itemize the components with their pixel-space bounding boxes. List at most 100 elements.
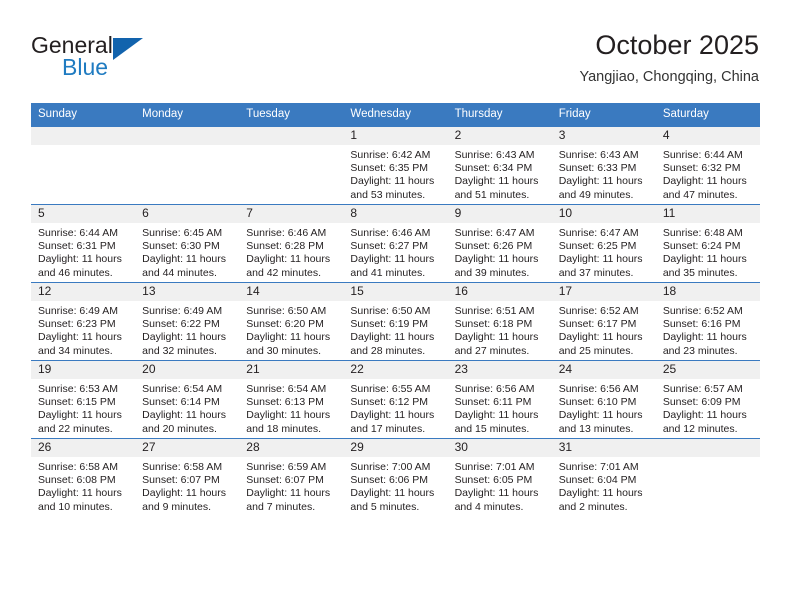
daylight-text-line2: and 35 minutes. [662, 266, 738, 279]
page-title: October 2025 [595, 30, 759, 60]
sunset-text: Sunset: 6:30 PM [142, 240, 220, 253]
weekday-header-thursday: Thursday [447, 103, 552, 127]
calendar-day-cell[interactable]: 30 Sunrise: 7:01 AM Sunset: 6:05 PM Dayligh… [447, 438, 552, 516]
day-details: Sunrise: 6:47 AM Sunset: 6:26 PM Daylight:… [448, 223, 552, 280]
sunset-text: Sunset: 6:15 PM [38, 396, 116, 409]
calendar-day-cell[interactable]: 31 Sunrise: 7:01 AM Sunset: 6:04 PM Dayligh… [551, 438, 656, 516]
calendar-day-cell[interactable]: 10 Sunrise: 6:47 AM Sunset: 6:25 PM Dayligh… [551, 204, 656, 283]
sunset-text: Sunset: 6:23 PM [38, 318, 116, 331]
calendar-day-cell[interactable]: 7 Sunrise: 6:46 AM Sunset: 6:28 PM Daylight… [239, 204, 344, 283]
day-details: Sunrise: 6:46 AM Sunset: 6:28 PM Daylight:… [239, 223, 343, 280]
calendar-day-cell[interactable]: 23 Sunrise: 6:56 AM Sunset: 6:11 PM Dayligh… [447, 360, 552, 439]
calendar-day-cell[interactable]: 13 Sunrise: 6:49 AM Sunset: 6:22 PM Dayligh… [135, 282, 240, 361]
calendar-day-cell[interactable]: 25 Sunrise: 6:57 AM Sunset: 6:09 PM Dayligh… [655, 360, 760, 439]
page-subtitle: Yangjiao, Chongqing, China [579, 69, 759, 85]
calendar-day-cell[interactable]: 4 Sunrise: 6:44 AM Sunset: 6:32 PM Daylight… [655, 126, 760, 205]
daylight-text-line2: and 47 minutes. [662, 188, 738, 201]
daylight-text-line2: and 53 minutes. [350, 188, 426, 201]
sunrise-text: Sunrise: 6:49 AM [38, 305, 118, 317]
daylight-text-line2: and 41 minutes. [350, 266, 426, 279]
calendar-day-cell[interactable]: 12 Sunrise: 6:49 AM Sunset: 6:23 PM Dayligh… [31, 282, 136, 361]
sunrise-text: Sunrise: 6:55 AM [350, 383, 431, 395]
daylight-text-line2: and 28 minutes. [350, 344, 426, 357]
calendar-day-cell[interactable]: 20 Sunrise: 6:54 AM Sunset: 6:14 PM Dayligh… [135, 360, 240, 439]
daylight-text-line1: Daylight: 11 hours [38, 409, 122, 422]
day-number: 8 [343, 205, 448, 223]
sunset-text: Sunset: 6:07 PM [246, 474, 324, 487]
calendar-day-cell[interactable]: 2 Sunrise: 6:43 AM Sunset: 6:34 PM Daylight… [447, 126, 552, 205]
day-number: 10 [551, 205, 656, 223]
day-details: Sunrise: 6:55 AM Sunset: 6:12 PM Daylight:… [343, 379, 447, 436]
day-details: Sunrise: 7:01 AM Sunset: 6:05 PM Daylight:… [448, 457, 552, 514]
daylight-text-line2: and 12 minutes. [662, 422, 738, 435]
sunrise-text: Sunrise: 7:00 AM [350, 461, 431, 473]
day-number: 17 [551, 283, 656, 301]
calendar-day-cell[interactable]: 17 Sunrise: 6:52 AM Sunset: 6:17 PM Dayligh… [551, 282, 656, 361]
day-details: Sunrise: 7:01 AM Sunset: 6:04 PM Daylight:… [552, 457, 656, 514]
daylight-text-line1: Daylight: 11 hours [662, 331, 747, 344]
daylight-text-line2: and 20 minutes. [142, 422, 217, 435]
calendar-day-cell[interactable]: 15 Sunrise: 6:50 AM Sunset: 6:19 PM Dayligh… [343, 282, 448, 361]
day-details: Sunrise: 6:56 AM Sunset: 6:11 PM Daylight:… [448, 379, 552, 436]
calendar-day-cell[interactable]: 8 Sunrise: 6:46 AM Sunset: 6:27 PM Daylight… [343, 204, 448, 283]
weekday-header-monday: Monday [135, 103, 240, 127]
sunset-text: Sunset: 6:07 PM [142, 474, 220, 487]
calendar-day-cell[interactable] [31, 126, 136, 205]
day-details: Sunrise: 6:57 AM Sunset: 6:09 PM Daylight:… [656, 379, 760, 436]
day-details [656, 457, 760, 461]
sunset-text: Sunset: 6:32 PM [662, 162, 741, 175]
calendar-day-cell[interactable]: 18 Sunrise: 6:52 AM Sunset: 6:16 PM Dayligh… [655, 282, 760, 361]
day-number: 25 [655, 361, 760, 379]
calendar-day-cell[interactable]: 27 Sunrise: 6:58 AM Sunset: 6:07 PM Dayligh… [135, 438, 240, 516]
day-number: 13 [135, 283, 240, 301]
day-details [239, 145, 343, 149]
day-number: 4 [655, 127, 760, 145]
sunrise-text: Sunrise: 6:54 AM [246, 383, 327, 395]
sunrise-text: Sunrise: 6:43 AM [558, 149, 639, 161]
calendar-day-cell[interactable]: 16 Sunrise: 6:51 AM Sunset: 6:18 PM Dayligh… [447, 282, 552, 361]
calendar-day-cell[interactable]: 9 Sunrise: 6:47 AM Sunset: 6:26 PM Daylight… [447, 204, 552, 283]
daylight-text-line1: Daylight: 11 hours [662, 253, 747, 266]
sunrise-text: Sunrise: 6:48 AM [662, 227, 743, 239]
calendar-day-cell[interactable]: 1 Sunrise: 6:42 AM Sunset: 6:35 PM Daylight… [343, 126, 448, 205]
day-details: Sunrise: 6:42 AM Sunset: 6:35 PM Daylight:… [343, 145, 447, 202]
calendar-day-cell[interactable]: 5 Sunrise: 6:44 AM Sunset: 6:31 PM Daylight… [31, 204, 136, 283]
day-details: Sunrise: 6:52 AM Sunset: 6:16 PM Daylight:… [656, 301, 760, 358]
sunset-text: Sunset: 6:33 PM [558, 162, 637, 175]
daylight-text-line2: and 13 minutes. [558, 422, 634, 435]
daylight-text-line1: Daylight: 11 hours [142, 487, 226, 500]
calendar-day-cell[interactable]: 22 Sunrise: 6:55 AM Sunset: 6:12 PM Dayligh… [343, 360, 448, 439]
sunset-text: Sunset: 6:18 PM [454, 318, 533, 331]
general-blue-logo[interactable]: General Blue [31, 32, 241, 92]
sunset-text: Sunset: 6:09 PM [662, 396, 741, 409]
weekday-header-friday: Friday [551, 103, 656, 127]
daylight-text-line1: Daylight: 11 hours [454, 487, 539, 500]
day-number: 26 [31, 439, 136, 457]
daylight-text-line2: and 30 minutes. [246, 344, 321, 357]
sunset-text: Sunset: 6:05 PM [454, 474, 533, 487]
calendar-day-cell[interactable]: 29 Sunrise: 7:00 AM Sunset: 6:06 PM Dayligh… [343, 438, 448, 516]
calendar-day-cell[interactable]: 3 Sunrise: 6:43 AM Sunset: 6:33 PM Daylight… [551, 126, 656, 205]
calendar-day-cell[interactable] [239, 126, 344, 205]
day-details: Sunrise: 6:47 AM Sunset: 6:25 PM Daylight:… [552, 223, 656, 280]
daylight-text-line1: Daylight: 11 hours [350, 331, 435, 344]
sunset-text: Sunset: 6:06 PM [350, 474, 429, 487]
daylight-text-line2: and 32 minutes. [142, 344, 217, 357]
calendar-day-cell[interactable]: 11 Sunrise: 6:48 AM Sunset: 6:24 PM Dayligh… [655, 204, 760, 283]
calendar-day-cell[interactable]: 19 Sunrise: 6:53 AM Sunset: 6:15 PM Dayligh… [31, 360, 136, 439]
day-details: Sunrise: 6:49 AM Sunset: 6:22 PM Daylight:… [135, 301, 239, 358]
calendar-day-cell[interactable]: 21 Sunrise: 6:54 AM Sunset: 6:13 PM Dayligh… [239, 360, 344, 439]
calendar-day-cell[interactable] [135, 126, 240, 205]
calendar-day-cell[interactable] [655, 438, 760, 516]
calendar-day-cell[interactable]: 28 Sunrise: 6:59 AM Sunset: 6:07 PM Dayligh… [239, 438, 344, 516]
day-number [655, 439, 760, 457]
calendar-day-cell[interactable]: 24 Sunrise: 6:56 AM Sunset: 6:10 PM Dayligh… [551, 360, 656, 439]
day-number [31, 127, 136, 145]
day-details: Sunrise: 6:51 AM Sunset: 6:18 PM Daylight:… [448, 301, 552, 358]
sunset-text: Sunset: 6:17 PM [558, 318, 637, 331]
daylight-text-line1: Daylight: 11 hours [38, 487, 122, 500]
calendar-day-cell[interactable]: 6 Sunrise: 6:45 AM Sunset: 6:30 PM Daylight… [135, 204, 240, 283]
calendar-day-cell[interactable]: 14 Sunrise: 6:50 AM Sunset: 6:20 PM Dayligh… [239, 282, 344, 361]
day-details: Sunrise: 6:53 AM Sunset: 6:15 PM Daylight:… [31, 379, 135, 436]
calendar-day-cell[interactable]: 26 Sunrise: 6:58 AM Sunset: 6:08 PM Dayligh… [31, 438, 136, 516]
